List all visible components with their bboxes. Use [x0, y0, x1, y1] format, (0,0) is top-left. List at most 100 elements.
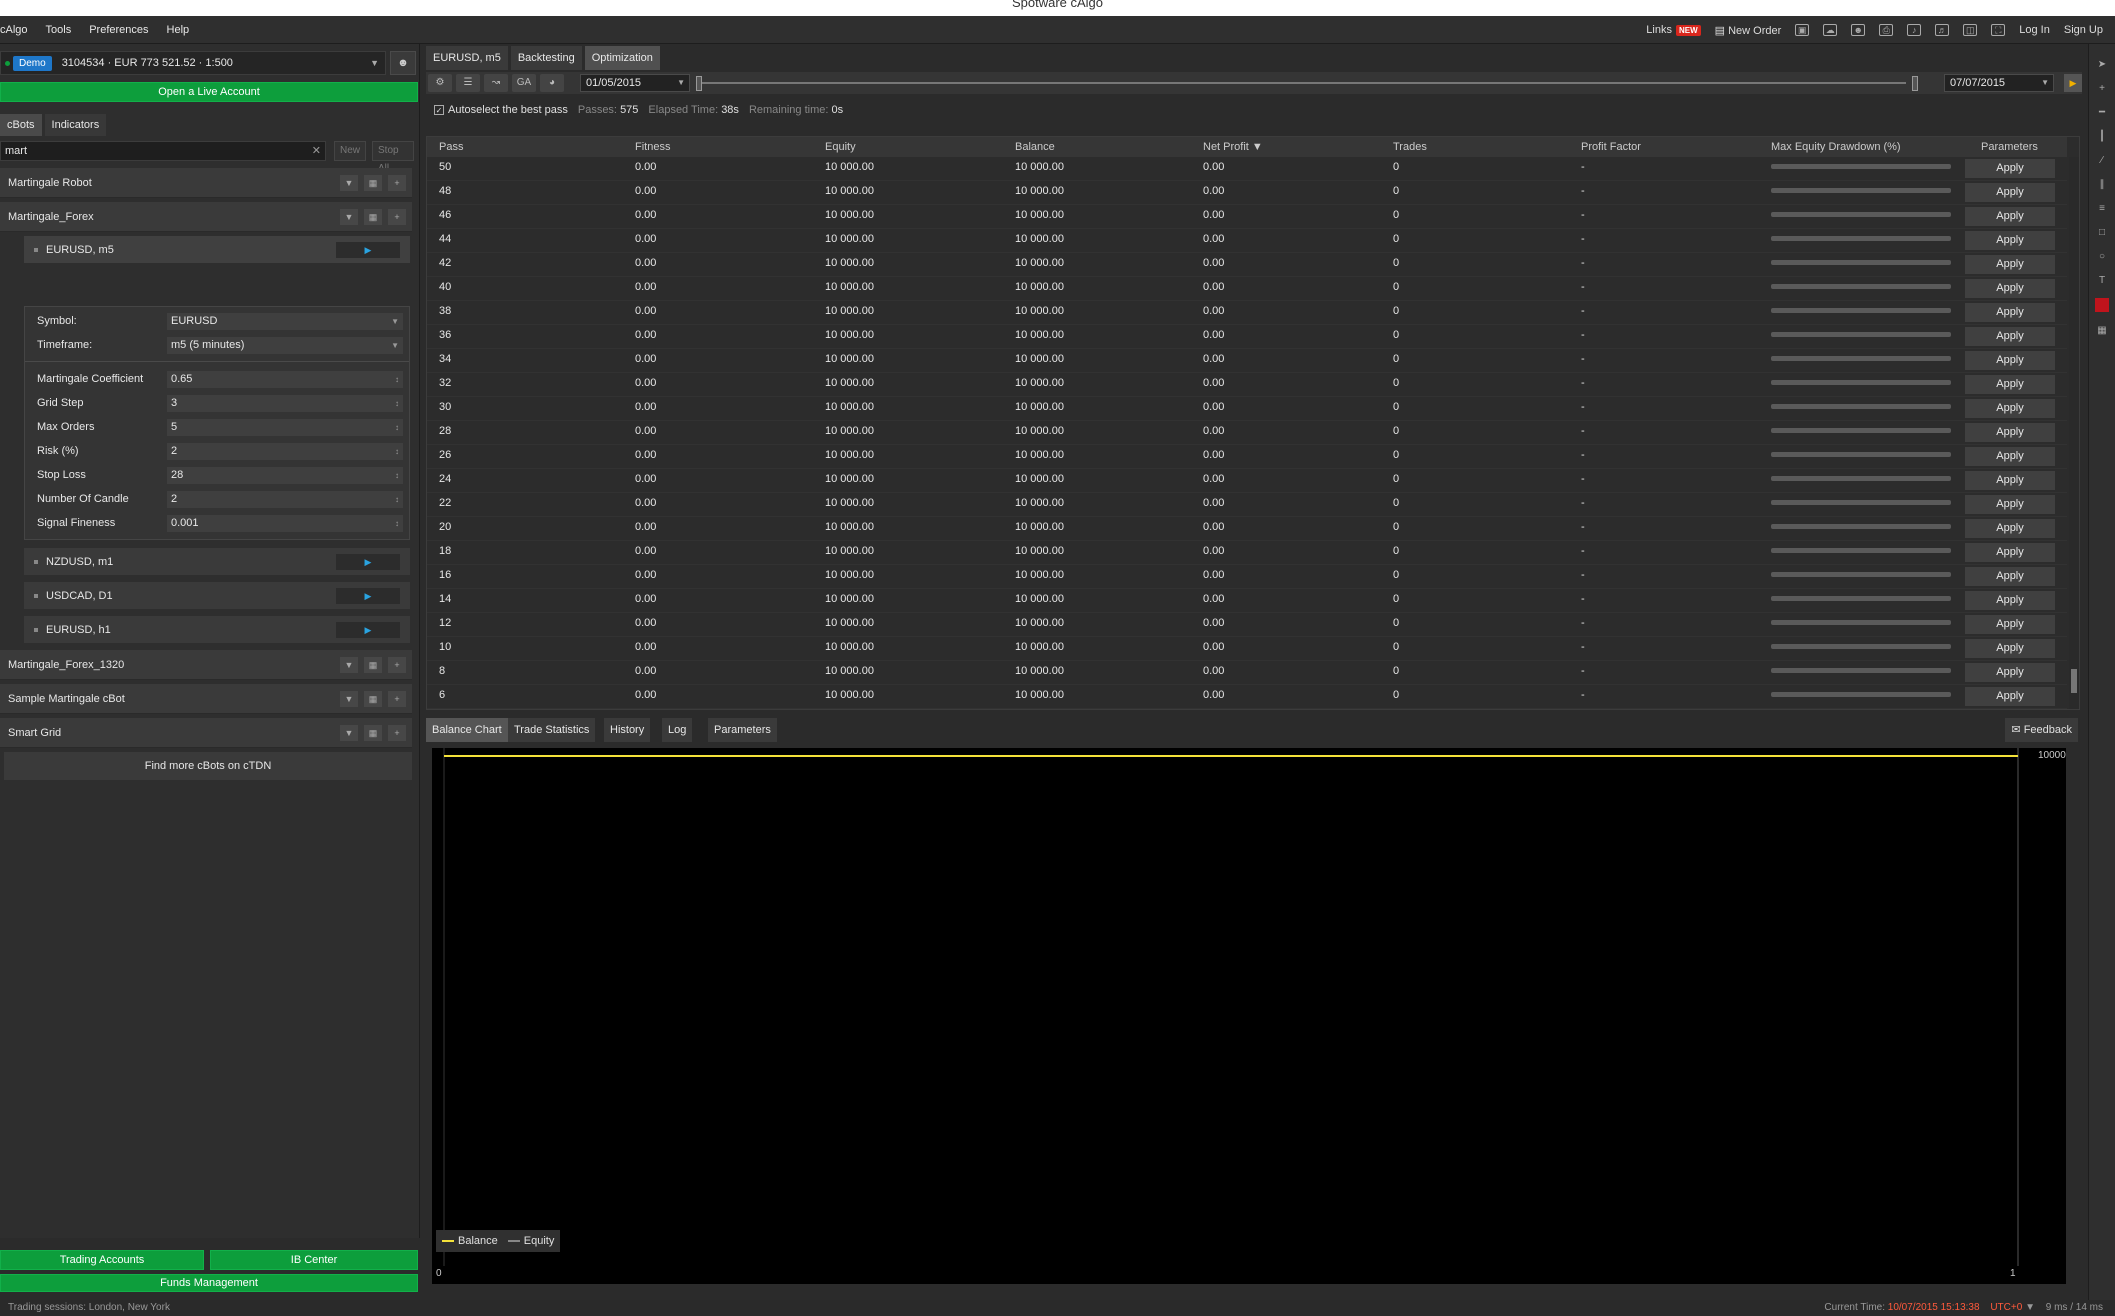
- tab-indicators[interactable]: Indicators: [44, 114, 107, 136]
- settings-icon[interactable]: ⚙: [428, 74, 452, 92]
- ib-center-button[interactable]: IB Center: [210, 1250, 418, 1270]
- text-icon[interactable]: T: [2095, 274, 2109, 288]
- range-start-handle[interactable]: [696, 76, 702, 91]
- col-parameters[interactable]: Parameters: [1981, 137, 2038, 157]
- ellipse-icon[interactable]: ○: [2095, 250, 2109, 264]
- apply-button[interactable]: Apply: [1965, 327, 2055, 346]
- apply-button[interactable]: Apply: [1965, 471, 2055, 490]
- speed-icon[interactable]: ◕: [540, 74, 564, 92]
- apply-button[interactable]: Apply: [1965, 231, 2055, 250]
- stepper-icon[interactable]: ↕: [395, 491, 399, 508]
- new-order-button[interactable]: ▤ New Order: [1715, 24, 1782, 37]
- stepper-icon[interactable]: ↕: [395, 371, 399, 388]
- apply-button[interactable]: Apply: [1965, 375, 2055, 394]
- apply-button[interactable]: Apply: [1965, 399, 2055, 418]
- param-stepper[interactable]: 5 ↕: [167, 419, 403, 436]
- cbot-sample-martingale[interactable]: Sample Martingale cBot ▼ ▦ +: [0, 684, 412, 714]
- apply-button[interactable]: Apply: [1965, 351, 2055, 370]
- apply-button[interactable]: Apply: [1965, 663, 2055, 682]
- tab-backtesting[interactable]: Backtesting: [510, 46, 582, 70]
- channel-icon[interactable]: ∥: [2095, 178, 2109, 192]
- add-instance-icon[interactable]: +: [388, 725, 406, 741]
- instance-nzdusd-m1[interactable]: NZDUSD, m1 ▶: [24, 548, 410, 576]
- table-row[interactable]: 46 0.00 10 000.00 10 000.00 0.00 0 - Apply: [427, 205, 2067, 229]
- apply-button[interactable]: Apply: [1965, 567, 2055, 586]
- instances-icon[interactable]: ▦: [364, 657, 382, 673]
- end-date-picker[interactable]: 07/07/2015 ▼: [1944, 74, 2054, 92]
- apply-button[interactable]: Apply: [1965, 159, 2055, 178]
- ga-icon[interactable]: GA: [512, 74, 536, 92]
- instances-icon[interactable]: ▦: [364, 175, 382, 191]
- bell-icon[interactable]: ♪: [1907, 24, 1922, 36]
- instance-eurusd-m5[interactable]: EURUSD, m5 ▶: [24, 236, 410, 264]
- account-selector[interactable]: Demo 3104534 · EUR 773 521.52 · 1:500 ▼: [0, 51, 386, 75]
- instances-icon[interactable]: ▦: [364, 691, 382, 707]
- table-row[interactable]: 30 0.00 10 000.00 10 000.00 0.00 0 - Apply: [427, 397, 2067, 421]
- new-cbot-button[interactable]: New: [334, 141, 367, 161]
- col-profit-factor[interactable]: Profit Factor: [1581, 137, 1641, 157]
- table-row[interactable]: 12 0.00 10 000.00 10 000.00 0.00 0 - Apply: [427, 613, 2067, 637]
- tab-history[interactable]: History: [604, 718, 651, 742]
- crosshair-icon[interactable]: +: [2095, 82, 2109, 96]
- cbot-smart-grid[interactable]: Smart Grid ▼ ▦ +: [0, 718, 412, 748]
- add-instance-icon[interactable]: +: [388, 175, 406, 191]
- signup-link[interactable]: Sign Up: [2064, 24, 2103, 36]
- col-balance[interactable]: Balance: [1015, 137, 1055, 157]
- screenshot-icon[interactable]: ▣: [1795, 24, 1810, 36]
- chart-icon[interactable]: ↝: [484, 74, 508, 92]
- col-max-drawdown[interactable]: Max Equity Drawdown (%): [1771, 137, 1901, 157]
- links-button[interactable]: Links NEW: [1646, 24, 1701, 36]
- instances-icon[interactable]: ▦: [364, 725, 382, 741]
- clear-icon[interactable]: ✕: [312, 142, 321, 160]
- param-stepper[interactable]: 2 ↕: [167, 491, 403, 508]
- table-row[interactable]: 18 0.00 10 000.00 10 000.00 0.00 0 - Apply: [427, 541, 2067, 565]
- trading-accounts-button[interactable]: Trading Accounts: [0, 1250, 204, 1270]
- menu-help[interactable]: Help: [167, 24, 190, 36]
- autoselect-checkbox[interactable]: ✓ Autoselect the best pass: [426, 100, 568, 120]
- color-icon[interactable]: [2095, 298, 2109, 312]
- horizontal-line-icon[interactable]: ━: [2095, 106, 2109, 120]
- timezone-select[interactable]: UTC+0: [1990, 1302, 2022, 1313]
- timeframe-select[interactable]: m5 (5 minutes) ▼: [167, 337, 403, 354]
- col-trades[interactable]: Trades: [1393, 137, 1427, 157]
- table-row[interactable]: 32 0.00 10 000.00 10 000.00 0.00 0 - Apply: [427, 373, 2067, 397]
- instance-usdcad-d1[interactable]: USDCAD, D1 ▶: [24, 582, 410, 610]
- stepper-icon[interactable]: ↕: [395, 395, 399, 412]
- col-fitness[interactable]: Fitness: [635, 137, 670, 157]
- login-link[interactable]: Log In: [2019, 24, 2050, 36]
- table-row[interactable]: 22 0.00 10 000.00 10 000.00 0.00 0 - Apply: [427, 493, 2067, 517]
- instances-icon[interactable]: ▦: [364, 209, 382, 225]
- tab-log[interactable]: Log: [662, 718, 693, 742]
- tab-trade-statistics[interactable]: Trade Statistics: [508, 718, 596, 742]
- trend-line-icon[interactable]: ∕: [2095, 154, 2109, 168]
- printer-icon[interactable]: ⎙: [1879, 24, 1894, 36]
- chevron-down-icon[interactable]: ▼: [340, 175, 358, 191]
- table-row[interactable]: 8 0.00 10 000.00 10 000.00 0.00 0 - Apply: [427, 661, 2067, 685]
- sound-icon[interactable]: ♬: [1935, 24, 1950, 36]
- tab-eurusd-m5[interactable]: EURUSD, m5: [426, 46, 508, 70]
- run-icon[interactable]: ▶: [2064, 74, 2082, 92]
- symbol-select[interactable]: EURUSD ▼: [167, 313, 403, 330]
- fibonacci-icon[interactable]: ≡: [2095, 202, 2109, 216]
- col-equity[interactable]: Equity: [825, 137, 856, 157]
- col-pass[interactable]: Pass: [439, 137, 463, 157]
- stop-all-button[interactable]: Stop All: [372, 141, 414, 174]
- table-row[interactable]: 6 0.00 10 000.00 10 000.00 0.00 0 - Apply: [427, 685, 2067, 709]
- chevron-down-icon[interactable]: ▼: [340, 725, 358, 741]
- add-instance-icon[interactable]: +: [388, 209, 406, 225]
- rectangle-icon[interactable]: □: [2095, 226, 2109, 240]
- add-instance-icon[interactable]: +: [388, 691, 406, 707]
- apply-button[interactable]: Apply: [1965, 639, 2055, 658]
- table-row[interactable]: 34 0.00 10 000.00 10 000.00 0.00 0 - Apply: [427, 349, 2067, 373]
- table-row[interactable]: 40 0.00 10 000.00 10 000.00 0.00 0 - Apply: [427, 277, 2067, 301]
- fullscreen-icon[interactable]: ⛶: [1991, 24, 2006, 36]
- add-instance-icon[interactable]: +: [388, 657, 406, 673]
- open-live-account-button[interactable]: Open a Live Account: [0, 82, 418, 102]
- table-row[interactable]: 14 0.00 10 000.00 10 000.00 0.00 0 - Apply: [427, 589, 2067, 613]
- apply-button[interactable]: Apply: [1965, 183, 2055, 202]
- chevron-down-icon[interactable]: ▼: [340, 209, 358, 225]
- play-icon[interactable]: ▶: [336, 622, 400, 638]
- user-icon[interactable]: ☻: [390, 51, 416, 75]
- stepper-icon[interactable]: ↕: [395, 443, 399, 460]
- table-row[interactable]: 24 0.00 10 000.00 10 000.00 0.00 0 - Apply: [427, 469, 2067, 493]
